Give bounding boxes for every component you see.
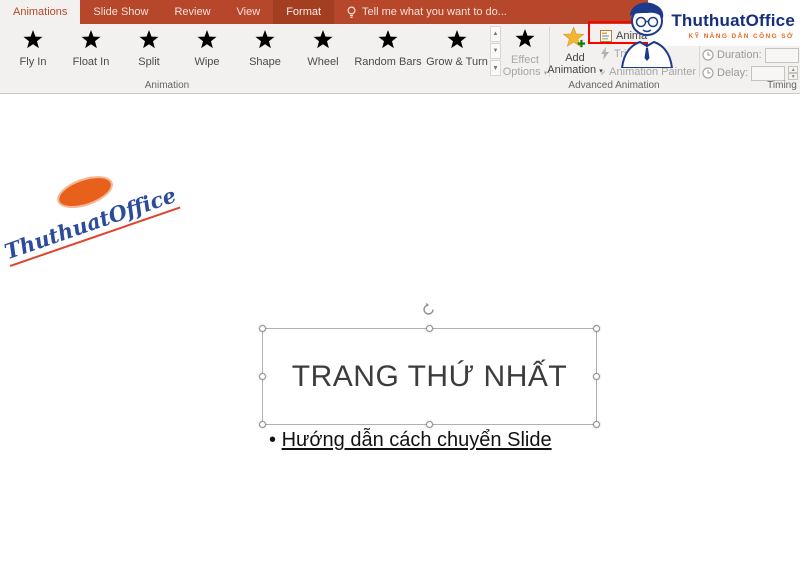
effect-split[interactable]: Split <box>120 26 178 68</box>
tell-me-box[interactable]: Tell me what you want to do... <box>334 0 519 24</box>
effect-options-label-2: Options ▾ <box>502 66 548 78</box>
effect-label: Split <box>138 56 160 68</box>
resize-handle[interactable] <box>593 421 600 428</box>
slide-canvas[interactable]: ThuthuatOffice TRANG THỨ NHẤT • Hướng dẫ… <box>0 95 800 569</box>
effect-label: Wipe <box>194 56 220 68</box>
effect-label: Float In <box>72 56 110 68</box>
group-label-timing: Timing <box>767 80 797 91</box>
resize-handle[interactable] <box>593 372 600 380</box>
effect-label: Fly In <box>19 56 47 68</box>
add-animation-label-1: Add <box>565 52 585 64</box>
entrance-star-icon <box>378 30 398 49</box>
group-label-advanced-animation: Advanced Animation <box>568 80 660 91</box>
brand-tagline: KỸ NĂNG DÂN CÔNG SỞ <box>688 33 794 40</box>
duration-input[interactable] <box>764 47 799 63</box>
animation-gallery: Fly In Float In Split Wipe Shape Wheel R… <box>4 26 490 68</box>
effect-shape[interactable]: Shape <box>236 26 294 68</box>
mascot-cartoon-icon <box>620 2 674 68</box>
duration-label: Duration: <box>717 49 762 61</box>
resize-handle[interactable] <box>425 325 433 332</box>
effect-label: Random Bars <box>354 56 422 68</box>
effect-label: Shape <box>249 56 281 68</box>
delay-label: Delay: <box>717 67 749 79</box>
slide-bullet-line[interactable]: • Hướng dẫn cách chuyển Slide <box>269 429 552 452</box>
entrance-star-icon <box>23 30 43 49</box>
effect-fly-in[interactable]: Fly In <box>4 26 62 68</box>
gallery-scroll-strip: ▲ ▼ ▾ <box>490 26 501 77</box>
resize-handle[interactable] <box>425 421 433 428</box>
resize-handle[interactable] <box>259 421 266 428</box>
add-animation-star-icon <box>563 27 586 48</box>
slide-title-text: TRANG THỨ NHẤT <box>291 359 568 393</box>
lightbulb-icon <box>347 5 356 18</box>
rotate-handle-icon[interactable] <box>421 302 436 317</box>
bullet-char: • <box>269 429 277 451</box>
effect-wheel[interactable]: Wheel <box>294 26 352 68</box>
clock-icon <box>702 49 714 61</box>
title-placeholder[interactable]: TRANG THỨ NHẤT <box>259 325 600 428</box>
gallery-scroll-up-icon[interactable]: ▲ <box>490 26 501 42</box>
entrance-star-icon <box>447 30 467 49</box>
tab-animations[interactable]: Animations <box>0 0 81 24</box>
resize-handle[interactable] <box>259 325 266 332</box>
delay-row: Delay: ▲ ▼ <box>702 65 799 81</box>
gallery-more-icon[interactable]: ▾ <box>490 60 501 76</box>
bullet-text: Hướng dẫn cách chuyển Slide <box>281 429 552 451</box>
resize-handle[interactable] <box>259 372 266 380</box>
entrance-star-icon <box>313 30 333 49</box>
effect-wipe[interactable]: Wipe <box>178 26 236 68</box>
tell-me-label: Tell me what you want to do... <box>362 6 507 18</box>
effect-float-in[interactable]: Float In <box>62 26 120 68</box>
group-label-animation: Animation <box>144 80 190 91</box>
slide-logo: ThuthuatOffice <box>0 169 181 299</box>
tab-review[interactable]: Review <box>161 0 223 24</box>
delay-stepper[interactable]: ▲ ▼ <box>788 66 799 80</box>
paintbrush-icon <box>600 69 606 75</box>
effect-random-bars[interactable]: Random Bars <box>352 26 424 68</box>
gallery-scroll-down-icon[interactable]: ▼ <box>490 43 501 59</box>
step-up-icon: ▲ <box>788 66 799 73</box>
tab-format[interactable]: Format <box>273 0 335 24</box>
effect-options-star-icon <box>515 29 535 48</box>
clock-icon <box>702 67 714 79</box>
effect-label: Wheel <box>307 56 339 68</box>
effect-options-label-1: Effect <box>511 54 539 66</box>
entrance-star-icon <box>255 30 275 49</box>
entrance-star-icon <box>81 30 101 49</box>
duration-row: Duration: ▲▼ <box>702 47 800 63</box>
effect-label: Grow & Turn <box>426 56 488 68</box>
entrance-star-icon <box>139 30 159 49</box>
add-animation-label-2: Animation ▾ <box>547 64 603 76</box>
resize-handle[interactable] <box>593 325 600 332</box>
tab-view[interactable]: View <box>224 0 274 24</box>
tab-slide-show[interactable]: Slide Show <box>80 0 161 24</box>
effect-options-button[interactable]: Effect Options ▾ <box>502 26 548 80</box>
effect-grow-and-turn[interactable]: Grow & Turn <box>424 26 490 68</box>
entrance-star-icon <box>197 30 217 49</box>
powerpoint-window: Animations Slide Show Review View Format… <box>0 0 800 569</box>
delay-input[interactable] <box>751 65 786 81</box>
step-down-icon: ▼ <box>788 73 799 80</box>
